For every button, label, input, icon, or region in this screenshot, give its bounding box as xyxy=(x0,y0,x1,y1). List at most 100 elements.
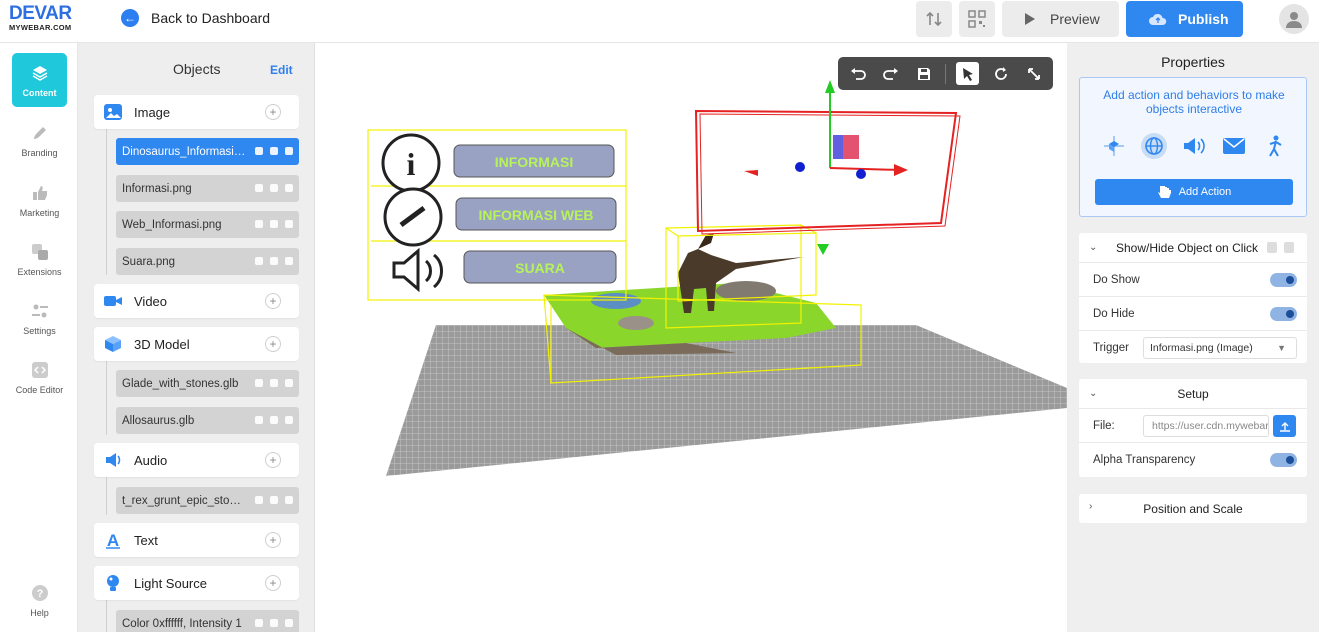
object-name: Allosaurus.glb xyxy=(122,414,195,427)
file-row: File: https://user.cdn.mywebar.com xyxy=(1079,409,1307,443)
category-3d-model[interactable]: 3D Model + xyxy=(94,327,299,361)
visibility-icon[interactable] xyxy=(255,416,263,424)
scene-viewport[interactable]: i INFORMASI INFORMASI WEB SUARA xyxy=(316,43,1067,632)
action-type-icons xyxy=(1080,133,1308,159)
add-text-button[interactable]: + xyxy=(265,532,281,548)
add-audio-button[interactable]: + xyxy=(265,452,281,468)
upload-button[interactable] xyxy=(1273,415,1296,437)
objects-edit-link[interactable]: Edit xyxy=(270,63,293,77)
delete-icon[interactable] xyxy=(270,379,278,387)
transform-action-icon[interactable] xyxy=(1101,133,1127,159)
do-show-toggle[interactable] xyxy=(1270,273,1297,287)
visibility-icon[interactable] xyxy=(255,147,263,155)
logo[interactable]: DEVAR MYWEBAR.COM xyxy=(9,4,72,32)
visibility-icon[interactable] xyxy=(255,220,263,228)
object-item[interactable]: Dinosaurus_Informasi.png xyxy=(116,138,299,165)
publish-button[interactable]: Publish xyxy=(1126,1,1243,37)
show-hide-header[interactable]: ⌄ Show/Hide Object on Click xyxy=(1079,233,1307,263)
trash-icon[interactable] xyxy=(1284,242,1294,253)
add-action-button[interactable]: Add Action xyxy=(1095,179,1293,205)
save-button[interactable] xyxy=(912,62,935,85)
do-hide-row: Do Hide xyxy=(1079,297,1307,331)
email-action-icon[interactable] xyxy=(1221,133,1247,159)
nav-settings[interactable]: Settings xyxy=(12,291,67,345)
nav-extensions[interactable]: Extensions xyxy=(12,232,67,286)
object-item[interactable]: Informasi.png xyxy=(116,175,299,202)
object-item[interactable]: Allosaurus.glb xyxy=(116,407,299,434)
help-icon: ? xyxy=(30,583,50,603)
delete-icon[interactable] xyxy=(270,496,278,504)
delete-icon[interactable] xyxy=(270,257,278,265)
position-scale-header[interactable]: › Position and Scale xyxy=(1079,494,1307,523)
redo-button[interactable] xyxy=(879,62,902,85)
nav-content[interactable]: Content xyxy=(12,53,67,107)
duplicate-icon[interactable] xyxy=(285,147,293,155)
nav-label: Content xyxy=(22,87,57,98)
object-item[interactable]: Web_Informasi.png xyxy=(116,211,299,238)
duplicate-icon[interactable] xyxy=(285,379,293,387)
nav-label: Code Editor xyxy=(15,384,64,395)
scene-canvas[interactable]: i INFORMASI INFORMASI WEB SUARA xyxy=(316,43,1067,632)
rotate-tool-button[interactable] xyxy=(989,62,1012,85)
nav-help[interactable]: ? Help xyxy=(12,573,67,627)
object-name: Glade_with_stones.glb xyxy=(122,377,239,390)
visibility-icon[interactable] xyxy=(255,184,263,192)
select-tool-button[interactable] xyxy=(956,62,979,85)
delete-icon[interactable] xyxy=(270,619,278,627)
object-item[interactable]: Color 0xffffff, Intensity 1 xyxy=(116,610,299,632)
delete-icon[interactable] xyxy=(270,416,278,424)
copy-icon[interactable] xyxy=(1267,242,1277,253)
delete-icon[interactable] xyxy=(270,220,278,228)
scale-tool-button[interactable] xyxy=(1022,62,1045,85)
selected-object-bounds[interactable] xyxy=(694,109,961,235)
add-light-button[interactable]: + xyxy=(265,575,281,591)
visibility-icon[interactable] xyxy=(255,379,263,387)
duplicate-icon[interactable] xyxy=(285,184,293,192)
visibility-icon[interactable] xyxy=(255,619,263,627)
position-scale-section[interactable]: › Position and Scale xyxy=(1079,494,1307,523)
do-hide-toggle[interactable] xyxy=(1270,307,1297,321)
object-item[interactable]: Glade_with_stones.glb xyxy=(116,370,299,397)
duplicate-icon[interactable] xyxy=(285,416,293,424)
category-text[interactable]: A Text + xyxy=(94,523,299,557)
nav-code-editor[interactable]: Code Editor xyxy=(12,350,67,404)
category-audio[interactable]: Audio + xyxy=(94,443,299,477)
preview-button[interactable]: Preview xyxy=(1002,1,1119,37)
info-panel-group[interactable]: i INFORMASI INFORMASI WEB SUARA xyxy=(367,129,627,301)
delete-icon[interactable] xyxy=(270,147,278,155)
visibility-icon[interactable] xyxy=(255,257,263,265)
trigger-label: Trigger xyxy=(1093,342,1129,354)
setup-header[interactable]: ⌄ Setup xyxy=(1079,379,1307,409)
duplicate-icon[interactable] xyxy=(285,496,293,504)
nav-branding[interactable]: Branding xyxy=(12,113,67,167)
delete-icon[interactable] xyxy=(270,184,278,192)
duplicate-icon[interactable] xyxy=(285,220,293,228)
add-image-button[interactable]: + xyxy=(265,104,281,120)
file-url-input[interactable]: https://user.cdn.mywebar.com xyxy=(1143,415,1269,437)
add-3d-model-button[interactable]: + xyxy=(265,336,281,352)
trigger-select[interactable]: Informasi.png (Image) ▼ xyxy=(1143,337,1297,359)
qr-code-button[interactable] xyxy=(959,1,995,37)
duplicate-icon[interactable] xyxy=(285,619,293,627)
add-video-button[interactable]: + xyxy=(265,293,281,309)
object-item[interactable]: t_rex_grunt_epic_stock.mp3 xyxy=(116,487,299,514)
category-video[interactable]: Video + xyxy=(94,284,299,318)
nav-marketing[interactable]: Marketing xyxy=(12,173,67,227)
user-avatar[interactable] xyxy=(1279,4,1309,34)
sound-label: SUARA xyxy=(515,260,565,276)
tree-line xyxy=(106,361,107,435)
visibility-icon[interactable] xyxy=(255,496,263,504)
animation-action-icon[interactable] xyxy=(1261,133,1287,159)
alpha-toggle[interactable] xyxy=(1270,453,1297,467)
nav-label: Branding xyxy=(21,147,58,158)
sort-arrows-button[interactable] xyxy=(916,1,952,37)
undo-button[interactable] xyxy=(846,62,869,85)
logo-subtext: MYWEBAR.COM xyxy=(9,23,72,32)
sound-action-icon[interactable] xyxy=(1181,133,1207,159)
category-image[interactable]: Image + xyxy=(94,95,299,129)
object-item[interactable]: Suara.png xyxy=(116,248,299,275)
category-light-source[interactable]: Light Source + xyxy=(94,566,299,600)
back-to-dashboard-button[interactable]: ← Back to Dashboard xyxy=(121,9,270,27)
globe-action-icon[interactable] xyxy=(1141,133,1167,159)
duplicate-icon[interactable] xyxy=(285,257,293,265)
